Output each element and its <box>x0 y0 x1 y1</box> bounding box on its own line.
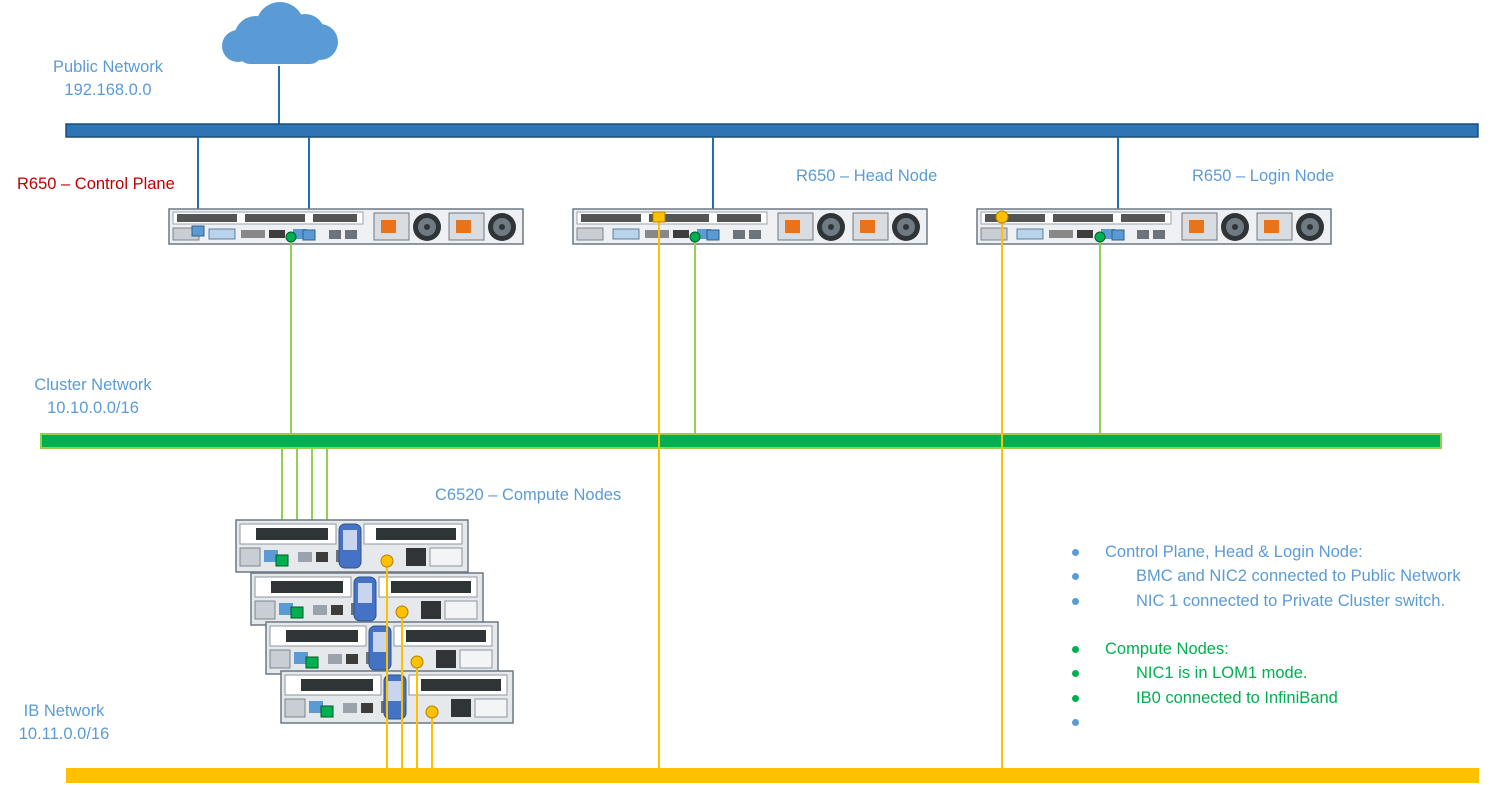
note-item: Control Plane, Head & Login Node: <box>1072 540 1502 564</box>
note-item: Compute Nodes: <box>1072 637 1502 661</box>
bullet-icon <box>1072 597 1079 605</box>
public-network-label: Public Network 192.168.0.0 <box>52 58 164 99</box>
compute-node-1 <box>235 519 469 573</box>
notes-list: Control Plane, Head & Login Node: BMC an… <box>1072 540 1502 734</box>
bullet-icon <box>1072 719 1079 727</box>
head-node-label: R650 – Head Node <box>796 167 938 185</box>
note-item: NIC1 is in LOM1 mode. <box>1072 661 1502 685</box>
internet-cloud-icon <box>222 2 338 64</box>
cluster-network-label: Cluster Network 10.10.0.0/16 <box>34 376 152 417</box>
ib-network-label: IB Network 10.11.0.0/16 <box>18 702 110 743</box>
bullet-icon <box>1072 646 1079 654</box>
bullet-icon <box>1072 670 1079 678</box>
note-item <box>1072 710 1502 734</box>
head-node-server <box>572 208 928 245</box>
bullet-icon <box>1072 549 1079 556</box>
note-item: BMC and NIC2 connected to Public Network <box>1072 564 1502 588</box>
login-node-server <box>976 208 1332 245</box>
note-item: NIC 1 connected to Private Cluster switc… <box>1072 589 1502 613</box>
cluster-network-bus <box>40 433 1442 449</box>
login-node-label: R650 – Login Node <box>1192 167 1335 185</box>
bullet-icon <box>1072 573 1079 581</box>
note-item: IB0 connected to InfiniBand <box>1072 686 1502 710</box>
note-spacer <box>1072 613 1502 637</box>
compute-node-4 <box>280 670 514 724</box>
bullet-icon <box>1072 694 1079 702</box>
control-plane-server <box>168 208 524 245</box>
compute-node-3 <box>265 621 499 675</box>
public-network-bus <box>65 123 1479 138</box>
compute-node-2 <box>250 572 484 626</box>
ib-network-bus <box>66 768 1479 783</box>
compute-nodes-label: C6520 – Compute Nodes <box>435 486 622 504</box>
control-plane-label: R650 – Control Plane <box>17 175 175 193</box>
